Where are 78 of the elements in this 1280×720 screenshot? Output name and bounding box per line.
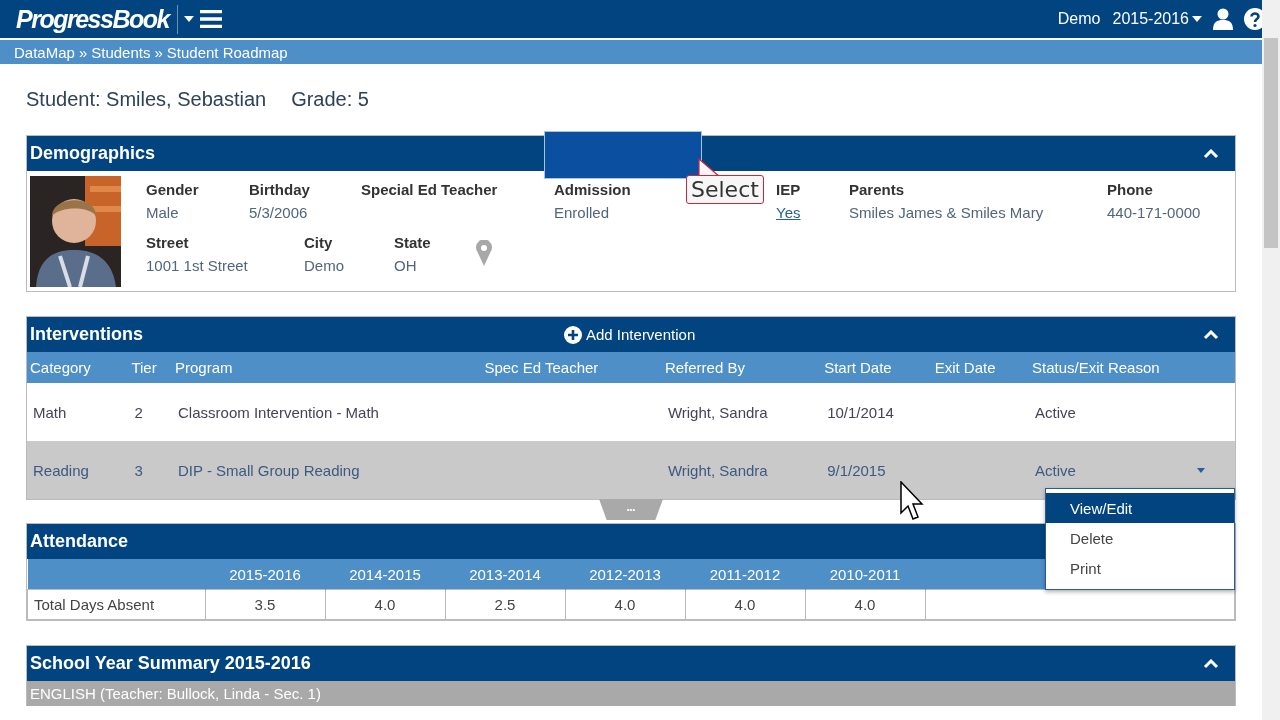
field-label: Admission: [554, 181, 631, 198]
field-value: Enrolled: [554, 204, 610, 221]
table-cell: 2.5: [494, 596, 516, 613]
breadcrumb-separator: »: [154, 43, 163, 61]
column-header: 2015-2016: [229, 565, 301, 583]
column-header: 2012-2013: [589, 565, 661, 583]
field-label: Gender: [146, 181, 199, 198]
add-intervention-button[interactable]: Add Intervention: [564, 325, 696, 344]
row-label: Total Days Absent: [34, 596, 155, 613]
table-cell: Reading: [33, 461, 89, 479]
table-cell: 4.0: [854, 596, 876, 613]
field-value: 440-171-0000: [1107, 204, 1201, 221]
column-header: Start Date: [824, 359, 892, 376]
field-value: 1001 1st Street: [146, 257, 248, 274]
field-value: 5/3/2006: [249, 204, 308, 221]
table-cell: 4.0: [734, 596, 756, 613]
table-cell: 4.0: [374, 596, 396, 613]
menu-item[interactable]: Delete: [1046, 523, 1234, 553]
table-cell: 9/1/2015: [827, 461, 886, 479]
student-name: Student: Smiles, Sebastian: [26, 88, 267, 111]
scrollbar-thumb[interactable]: [1264, 38, 1278, 248]
column-header: Status/Exit Reason: [1032, 359, 1160, 376]
table-cell: Active: [1035, 461, 1076, 479]
cursor-icon: [900, 481, 924, 521]
column-header: Referred By: [664, 359, 745, 376]
table-cell: 2: [134, 403, 143, 421]
collapse-icon[interactable]: [1203, 148, 1219, 159]
field-label: Street: [146, 234, 189, 251]
app-logo[interactable]: ProgressBook: [16, 4, 178, 34]
panel-title: School Year Summary 2015-2016: [30, 653, 311, 674]
panel-title: Attendance: [30, 531, 128, 552]
field-label: City: [304, 234, 333, 251]
table-cell: Classroom Intervention - Math: [178, 403, 379, 421]
field-label: IEP: [776, 181, 801, 198]
column-header: Exit Date: [934, 359, 996, 376]
table-cell: 3.5: [254, 596, 276, 613]
field-label: Special Ed Teacher: [361, 181, 498, 198]
column-header: Tier: [131, 359, 157, 376]
column-header: Category: [30, 359, 91, 376]
breadcrumb-separator: »: [78, 43, 88, 61]
field-label: Phone: [1107, 181, 1153, 198]
column-header: 2011-2012: [709, 565, 781, 583]
field-value: OH: [394, 257, 417, 274]
field-label: Birthday: [249, 181, 310, 198]
table-cell: 4.0: [614, 596, 636, 613]
caret-icon: [1192, 16, 1202, 22]
table-cell: Wright, Sandra: [667, 403, 768, 421]
field-value: Demo: [304, 257, 344, 274]
table-cell: Active: [1035, 403, 1076, 421]
person-icon[interactable]: [1212, 8, 1234, 30]
field-value: Smiles James & Smiles Mary: [849, 204, 1044, 221]
menu-item[interactable]: View/Edit: [1046, 493, 1234, 523]
menu-icon[interactable]: [199, 10, 222, 28]
plus-circle-icon: [564, 325, 582, 344]
panel-title: Interventions: [30, 324, 144, 345]
caret-icon[interactable]: [1197, 467, 1205, 473]
panel-title: Demographics: [30, 143, 156, 164]
column-header: Spec Ed Teacher: [484, 359, 599, 376]
table-cell: 3: [134, 461, 143, 479]
field-label: State: [394, 234, 431, 251]
field-value: Male: [146, 204, 179, 221]
table-cell: DIP - Small Group Reading: [178, 461, 360, 479]
field-label: Parents: [849, 181, 905, 198]
table-cell: 10/1/2014: [827, 403, 894, 421]
column-header: 2010-2011: [829, 565, 901, 583]
student-grade: Grade: 5: [291, 88, 369, 111]
column-header: Program: [175, 359, 233, 376]
menu-item[interactable]: Print: [1046, 553, 1234, 583]
year-selector[interactable]: 2015-2016: [1112, 10, 1202, 28]
table-cell: Wright, Sandra: [667, 461, 768, 479]
column-header: 2013-2014: [469, 565, 541, 583]
field-link[interactable]: Yes: [776, 204, 801, 221]
caret-icon[interactable]: [183, 16, 194, 22]
collapse-icon[interactable]: [1203, 329, 1219, 340]
user-name: Demo: [1057, 10, 1101, 28]
column-header: 2014-2015: [349, 565, 421, 583]
collapse-icon[interactable]: [1203, 658, 1219, 669]
table-cell: Math: [33, 403, 67, 421]
